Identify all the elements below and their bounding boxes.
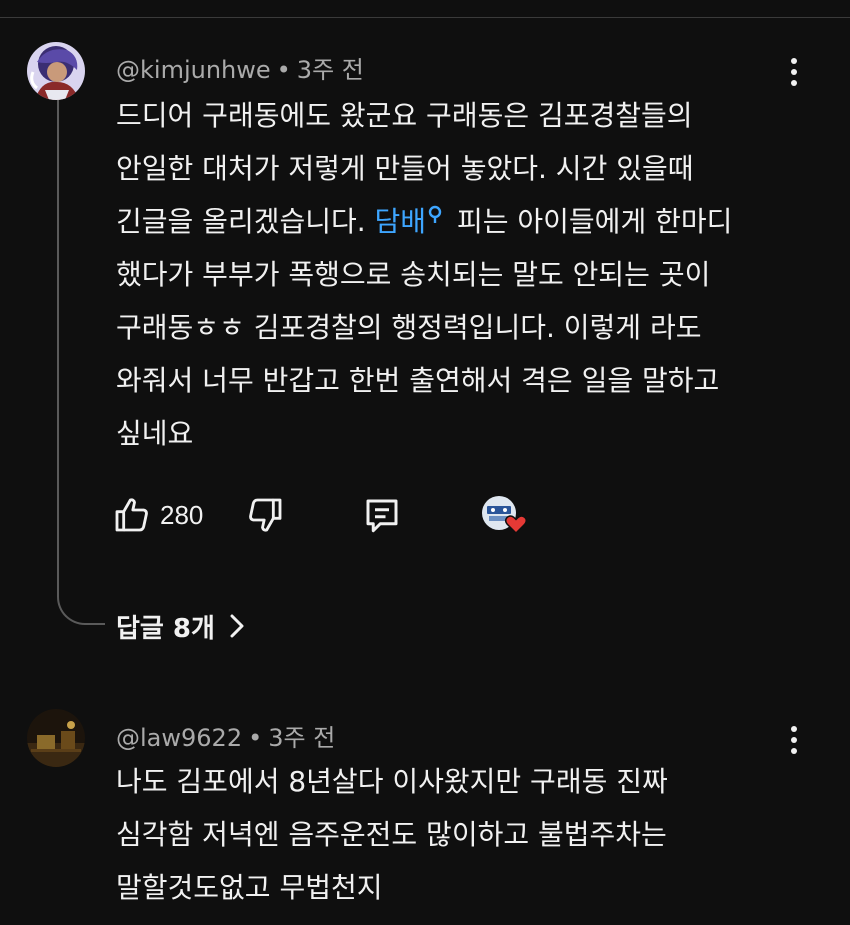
replies-label: 답글 8개 — [116, 613, 215, 644]
search-icon[interactable] — [426, 195, 448, 225]
comment-meta: @kimjunhwe • 3주 전 — [116, 50, 364, 85]
creator-heart — [479, 493, 529, 537]
like-count: 280 — [160, 499, 204, 530]
reply-button[interactable] — [361, 493, 403, 537]
replies-button[interactable]: 답글 8개 — [116, 606, 245, 646]
thumbs-down-icon — [249, 498, 282, 532]
dislike-button[interactable] — [245, 493, 285, 537]
comment-meta: @law9622 • 3주 전 — [116, 718, 335, 753]
comment-icon — [366, 499, 398, 533]
author-name[interactable]: @kimjunhwe — [116, 56, 271, 84]
author-name[interactable]: @law9622 — [116, 724, 242, 752]
search-link[interactable]: 담배 — [375, 205, 427, 238]
more-vert-icon[interactable] — [779, 720, 809, 760]
like-button[interactable]: 280 — [112, 493, 203, 537]
more-vert-icon[interactable] — [779, 52, 809, 92]
thumbs-up-icon — [115, 498, 148, 532]
comment-text-part-2: 피는 아이들에게 한마디 했다가 부부가 폭행으로 송치되는 말도 안되는 곳이… — [116, 205, 733, 450]
top-divider — [0, 0, 850, 18]
thread-line — [57, 100, 105, 625]
meta-separator: • — [276, 56, 291, 84]
comment-text: 나도 김포에서 8년살다 이사왔지만 구래동 진짜 심각함 저녁엔 음주운전도 … — [116, 765, 668, 904]
avatar[interactable] — [27, 42, 85, 100]
avatar[interactable] — [27, 709, 85, 767]
comment-time: 3주 전 — [296, 56, 364, 84]
chevron-right-icon — [230, 614, 244, 638]
heart-icon — [504, 515, 528, 535]
meta-separator: • — [248, 724, 263, 752]
comment-time: 3주 전 — [268, 724, 336, 752]
comment-actions: 280 — [112, 493, 542, 537]
comment-text: 드디어 구래동에도 왔군요 구래동은 김포경찰들의 안일한 대처가 저렇게 만들… — [116, 89, 732, 460]
